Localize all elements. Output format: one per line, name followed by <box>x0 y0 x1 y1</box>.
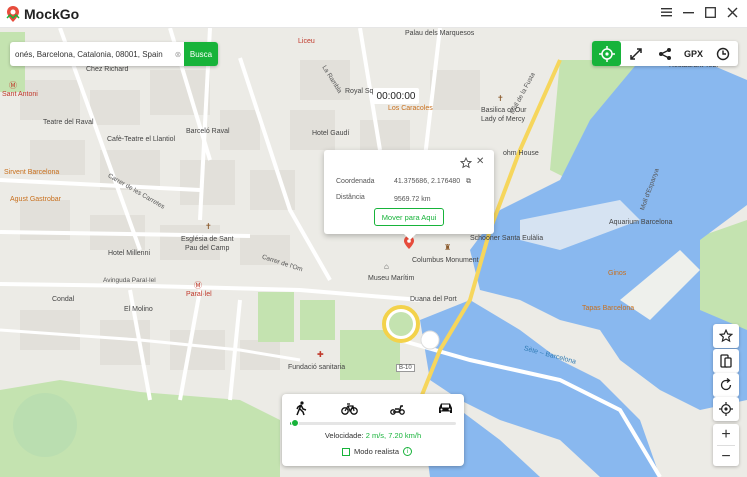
label-duana: Duana del Port <box>410 296 457 303</box>
favorite-icon[interactable] <box>713 324 739 348</box>
label-palau: Palau dels Marquesos <box>405 30 475 37</box>
close-icon[interactable]: ✕ <box>476 156 484 168</box>
speed-readout: Velocidade: 2 m/s, 7.20 km/h <box>282 431 464 440</box>
label-condal: Condal <box>52 296 75 303</box>
app-title: MockGo <box>24 5 80 22</box>
metro-icon: Ⓜ <box>194 281 202 290</box>
locate-icon[interactable] <box>713 397 739 421</box>
label-los-caracoles: Los Caracoles <box>388 105 433 112</box>
label-schooner: Schooner Santa Eulàlia <box>470 235 544 242</box>
label-barcelo-raval: Barceló Raval <box>186 128 230 135</box>
menu-icon[interactable] <box>659 5 673 19</box>
timer: 00:00:00 <box>373 88 419 104</box>
coordinate-value: 41.375686, 2.176480 <box>394 178 461 185</box>
label-parallel-metro: Paral·lel <box>186 291 212 298</box>
search-button[interactable]: Busca <box>184 42 218 66</box>
speed-value: 2 m/s, 7.20 km/h <box>365 431 422 440</box>
realistic-mode-label: Modo realista <box>354 447 400 456</box>
star-icon[interactable] <box>459 156 473 169</box>
zoom-in-icon[interactable]: + <box>713 424 739 445</box>
label-esglesia-2: Pau del Camp <box>185 245 230 252</box>
speed-label: Velocidade: <box>324 431 364 440</box>
search-input[interactable] <box>10 49 172 59</box>
label-agust: Agust Gastrobar <box>10 196 61 203</box>
label-tapas: Tapas Barcelona <box>582 305 635 312</box>
app-logo: MockGo <box>6 5 80 22</box>
zoom-out-icon[interactable]: − <box>713 446 739 467</box>
walk-icon[interactable] <box>290 400 312 416</box>
label-esglesia-1: Església de Sant <box>181 236 234 243</box>
logo-pin-icon <box>6 5 20 22</box>
label-basilica-1: Basilica of Our <box>481 107 527 114</box>
car-icon[interactable] <box>434 400 456 416</box>
label-basilica-2: Lady of Mercy <box>481 116 525 123</box>
label-fundacio: Fundació sanitaria <box>288 364 346 371</box>
copy-icon[interactable]: ⧉ <box>466 178 471 186</box>
device-icon[interactable] <box>713 349 739 373</box>
label-liceu: Liceu <box>298 38 315 45</box>
transport-modes <box>290 400 456 416</box>
bike-icon[interactable] <box>338 400 360 416</box>
title-bar: MockGo <box>0 0 747 28</box>
info-icon[interactable]: i <box>403 447 413 456</box>
church-icon: ✝ <box>497 94 504 103</box>
label-sirvent: Sirvent Barcelona <box>4 169 60 176</box>
label-ginos: Ginos <box>608 270 627 277</box>
label-cafe-teatre: Cafè-Teatre el Llantiol <box>107 136 176 143</box>
label-b10: B-10 <box>396 364 415 372</box>
mockgo-window: MockGo Liceu Palau dels Marquesos Chez R… <box>0 0 747 477</box>
search-bar: ⊗ Busca <box>10 42 218 66</box>
coordinate-label: Coordenada <box>336 178 375 185</box>
label-ohm-house: ohm House <box>503 150 539 157</box>
movement-panel: Velocidade: 2 m/s, 7.20 km/h Modo realis… <box>282 394 464 466</box>
metro-icon: Ⓜ <box>9 81 17 90</box>
multi-stop-icon[interactable] <box>650 41 679 66</box>
label-chez-richard: Chez Richard <box>86 66 129 73</box>
distance-label: Distância <box>336 194 365 201</box>
window-controls <box>659 5 739 19</box>
label-aquarium: Aquarium Barcelona <box>609 219 673 226</box>
scooter-icon[interactable] <box>386 400 408 416</box>
move-here-button[interactable]: Mover para Aqui <box>374 208 444 226</box>
gpx-button[interactable]: GPX <box>679 41 708 66</box>
popup-tail <box>404 234 416 240</box>
label-museu-maritim: Museu Marítim <box>368 275 415 282</box>
minimize-icon[interactable] <box>681 5 695 19</box>
label-av-parallel: Avinguda Paral·lel <box>103 277 156 284</box>
location-popup: ✕ Coordenada 41.375686, 2.176480 ⧉ Distâ… <box>324 150 494 240</box>
realistic-mode: Modo realista i <box>342 447 413 456</box>
zoom-controls: + − <box>713 424 739 466</box>
reset-icon[interactable] <box>713 373 739 397</box>
clear-icon[interactable]: ⊗ <box>172 50 184 59</box>
label-sant-antoni: Sant Antoni <box>2 91 38 98</box>
maximize-icon[interactable] <box>703 5 717 19</box>
label-teatre-raval: Teatre del Raval <box>43 119 94 126</box>
museum-icon: ⌂ <box>384 262 389 271</box>
distance-value: 9569.72 km <box>394 196 431 203</box>
mode-toolbar: GPX <box>592 41 738 66</box>
history-icon[interactable] <box>708 41 737 66</box>
monument-icon: ♜ <box>444 243 452 252</box>
label-hotel-millenni: Hotel Millenni <box>108 250 151 257</box>
speed-slider-handle[interactable] <box>290 419 299 427</box>
jump-route-icon[interactable] <box>621 41 650 66</box>
realistic-mode-checkbox[interactable] <box>342 447 350 456</box>
label-hotel-gaudi: Hotel Gaudí <box>312 130 350 137</box>
hospital-icon: ✚ <box>317 350 324 359</box>
close-icon[interactable] <box>725 5 739 19</box>
speed-slider[interactable] <box>290 419 456 427</box>
church-icon: ✝ <box>205 222 212 231</box>
label-el-molino: El Molino <box>124 306 153 313</box>
label-columbus: Columbus Monument <box>412 257 479 264</box>
teleport-icon[interactable] <box>592 41 621 66</box>
